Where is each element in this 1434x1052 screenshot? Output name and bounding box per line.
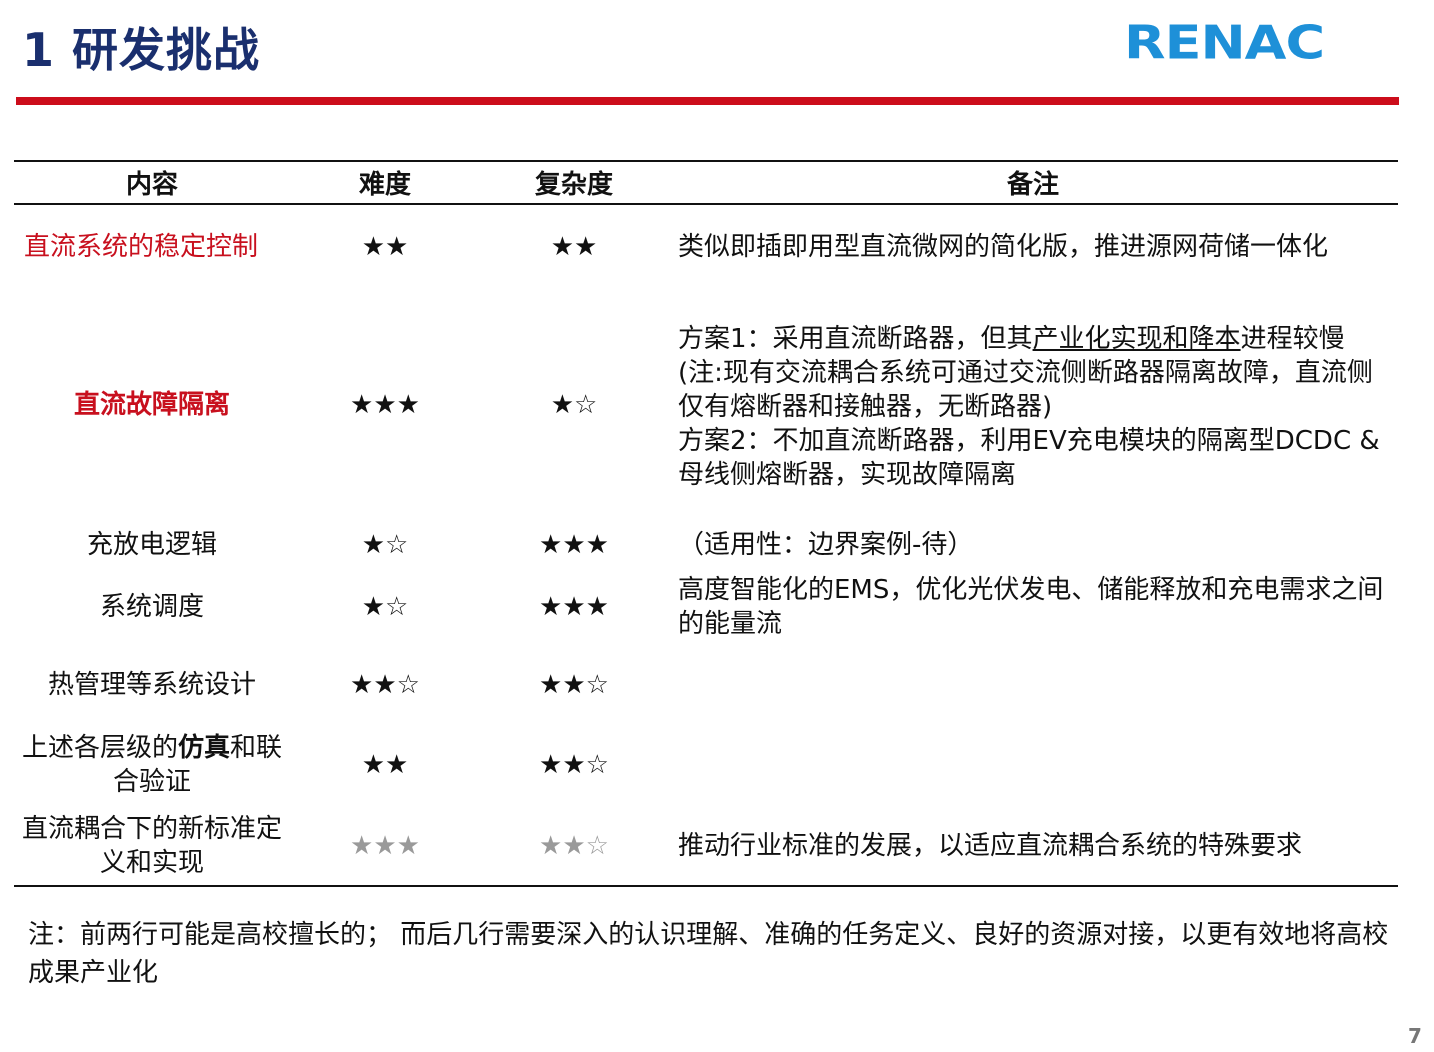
note-line: (注:现有交流耦合系统可通过交流侧断路器隔离故障，直流侧仅有熔断器和接触器，无断… [678,358,1373,422]
table-row: 热管理等系统设计 ★★☆ ★★☆ [14,646,1398,724]
row-note [668,724,1398,806]
table-header-row: 内容 难度 复杂度 备注 [14,160,1398,205]
row-note: 方案1：采用直流断路器，但其产业化实现和降本进程较慢 (注:现有交流耦合系统可通… [668,288,1398,522]
table-row: 直流系统的稳定控制 ★★ ★★ 类似即插即用型直流微网的简化版，推进源网荷储一体… [14,204,1398,288]
row-complexity: ★★☆ [539,750,609,780]
row-content: 直流系统的稳定控制 [24,231,259,262]
row-difficulty: ★★★ [350,390,420,420]
row-content: 热管理等系统设计 [47,670,256,700]
row-difficulty: ★★★ [290,806,480,887]
row-difficulty: ★★ [361,231,409,262]
row-difficulty: ★★☆ [350,670,420,700]
row-complexity: ★☆ [550,390,598,420]
footnote: 注：前两行可能是高校擅长的； 而后几行需要深入的认识理解、准确的任务定义、良好的… [28,920,1389,988]
row-complexity: ★★☆ [480,806,668,887]
header-note: 备注 [668,160,1398,205]
row-content: 充放电逻辑 [86,530,217,560]
note-line: 方案1：采用直流断路器，但其产业化实现和降本进程较慢 [678,324,1345,354]
table-row: 系统调度 ★☆ ★★★ 高度智能化的EMS，优化光伏发电、储能释放和充电需求之间… [14,568,1398,646]
row-note: 类似即插即用型直流微网的简化版，推进源网荷储一体化 [678,231,1329,262]
bold-phrase: 仿真 [177,733,230,763]
header-difficulty: 难度 [290,160,480,205]
table-row: 上述各层级的仿真和联合验证 ★★ ★★☆ [14,724,1398,806]
row-difficulty: ★★ [361,750,409,780]
table-row: 充放电逻辑 ★☆ ★★★ （适用性：边界案例-待） [14,522,1398,568]
row-content: 直流耦合下的新标准定义和实现 [14,806,290,887]
page-number: 7 [1408,1024,1422,1048]
row-difficulty: ★☆ [361,592,409,622]
header-complexity: 复杂度 [480,160,668,205]
row-note: 高度智能化的EMS，优化光伏发电、储能释放和充电需求之间的能量流 [678,575,1384,639]
row-note: （适用性：边界案例-待） [678,530,974,560]
note-line: 方案2：不加直流断路器，利用EV充电模块的隔离型DCDC & 母线侧熔断器，实现… [678,426,1380,490]
row-complexity: ★★ [550,231,598,262]
page-title: 1 研发挑战 [22,23,261,77]
row-complexity: ★★★ [539,592,609,622]
row-note: 推动行业标准的发展，以适应直流耦合系统的特殊要求 [668,806,1398,887]
row-complexity: ★★☆ [539,670,609,700]
table-row: 直流耦合下的新标准定义和实现 ★★★ ★★☆ 推动行业标准的发展，以适应直流耦合… [14,806,1398,887]
row-content: 直流故障隔离 [73,390,230,420]
row-difficulty: ★☆ [361,530,409,560]
company-logo: RENAC [1124,15,1325,70]
row-content: 上述各层级的仿真和联合验证 [21,733,283,797]
underlined-phrase: 产业化实现和降本 [1032,324,1241,354]
row-content: 系统调度 [99,592,204,622]
challenge-table: 内容 难度 复杂度 备注 直流系统的稳定控制 ★★ ★★ 类似即插即用型直流微网… [14,160,1398,887]
header-content: 内容 [14,160,290,205]
row-note [668,646,1398,724]
table-row: 直流故障隔离 ★★★ ★☆ 方案1：采用直流断路器，但其产业化实现和降本进程较慢… [14,288,1398,522]
header-divider [16,97,1399,105]
row-complexity: ★★★ [539,530,609,560]
